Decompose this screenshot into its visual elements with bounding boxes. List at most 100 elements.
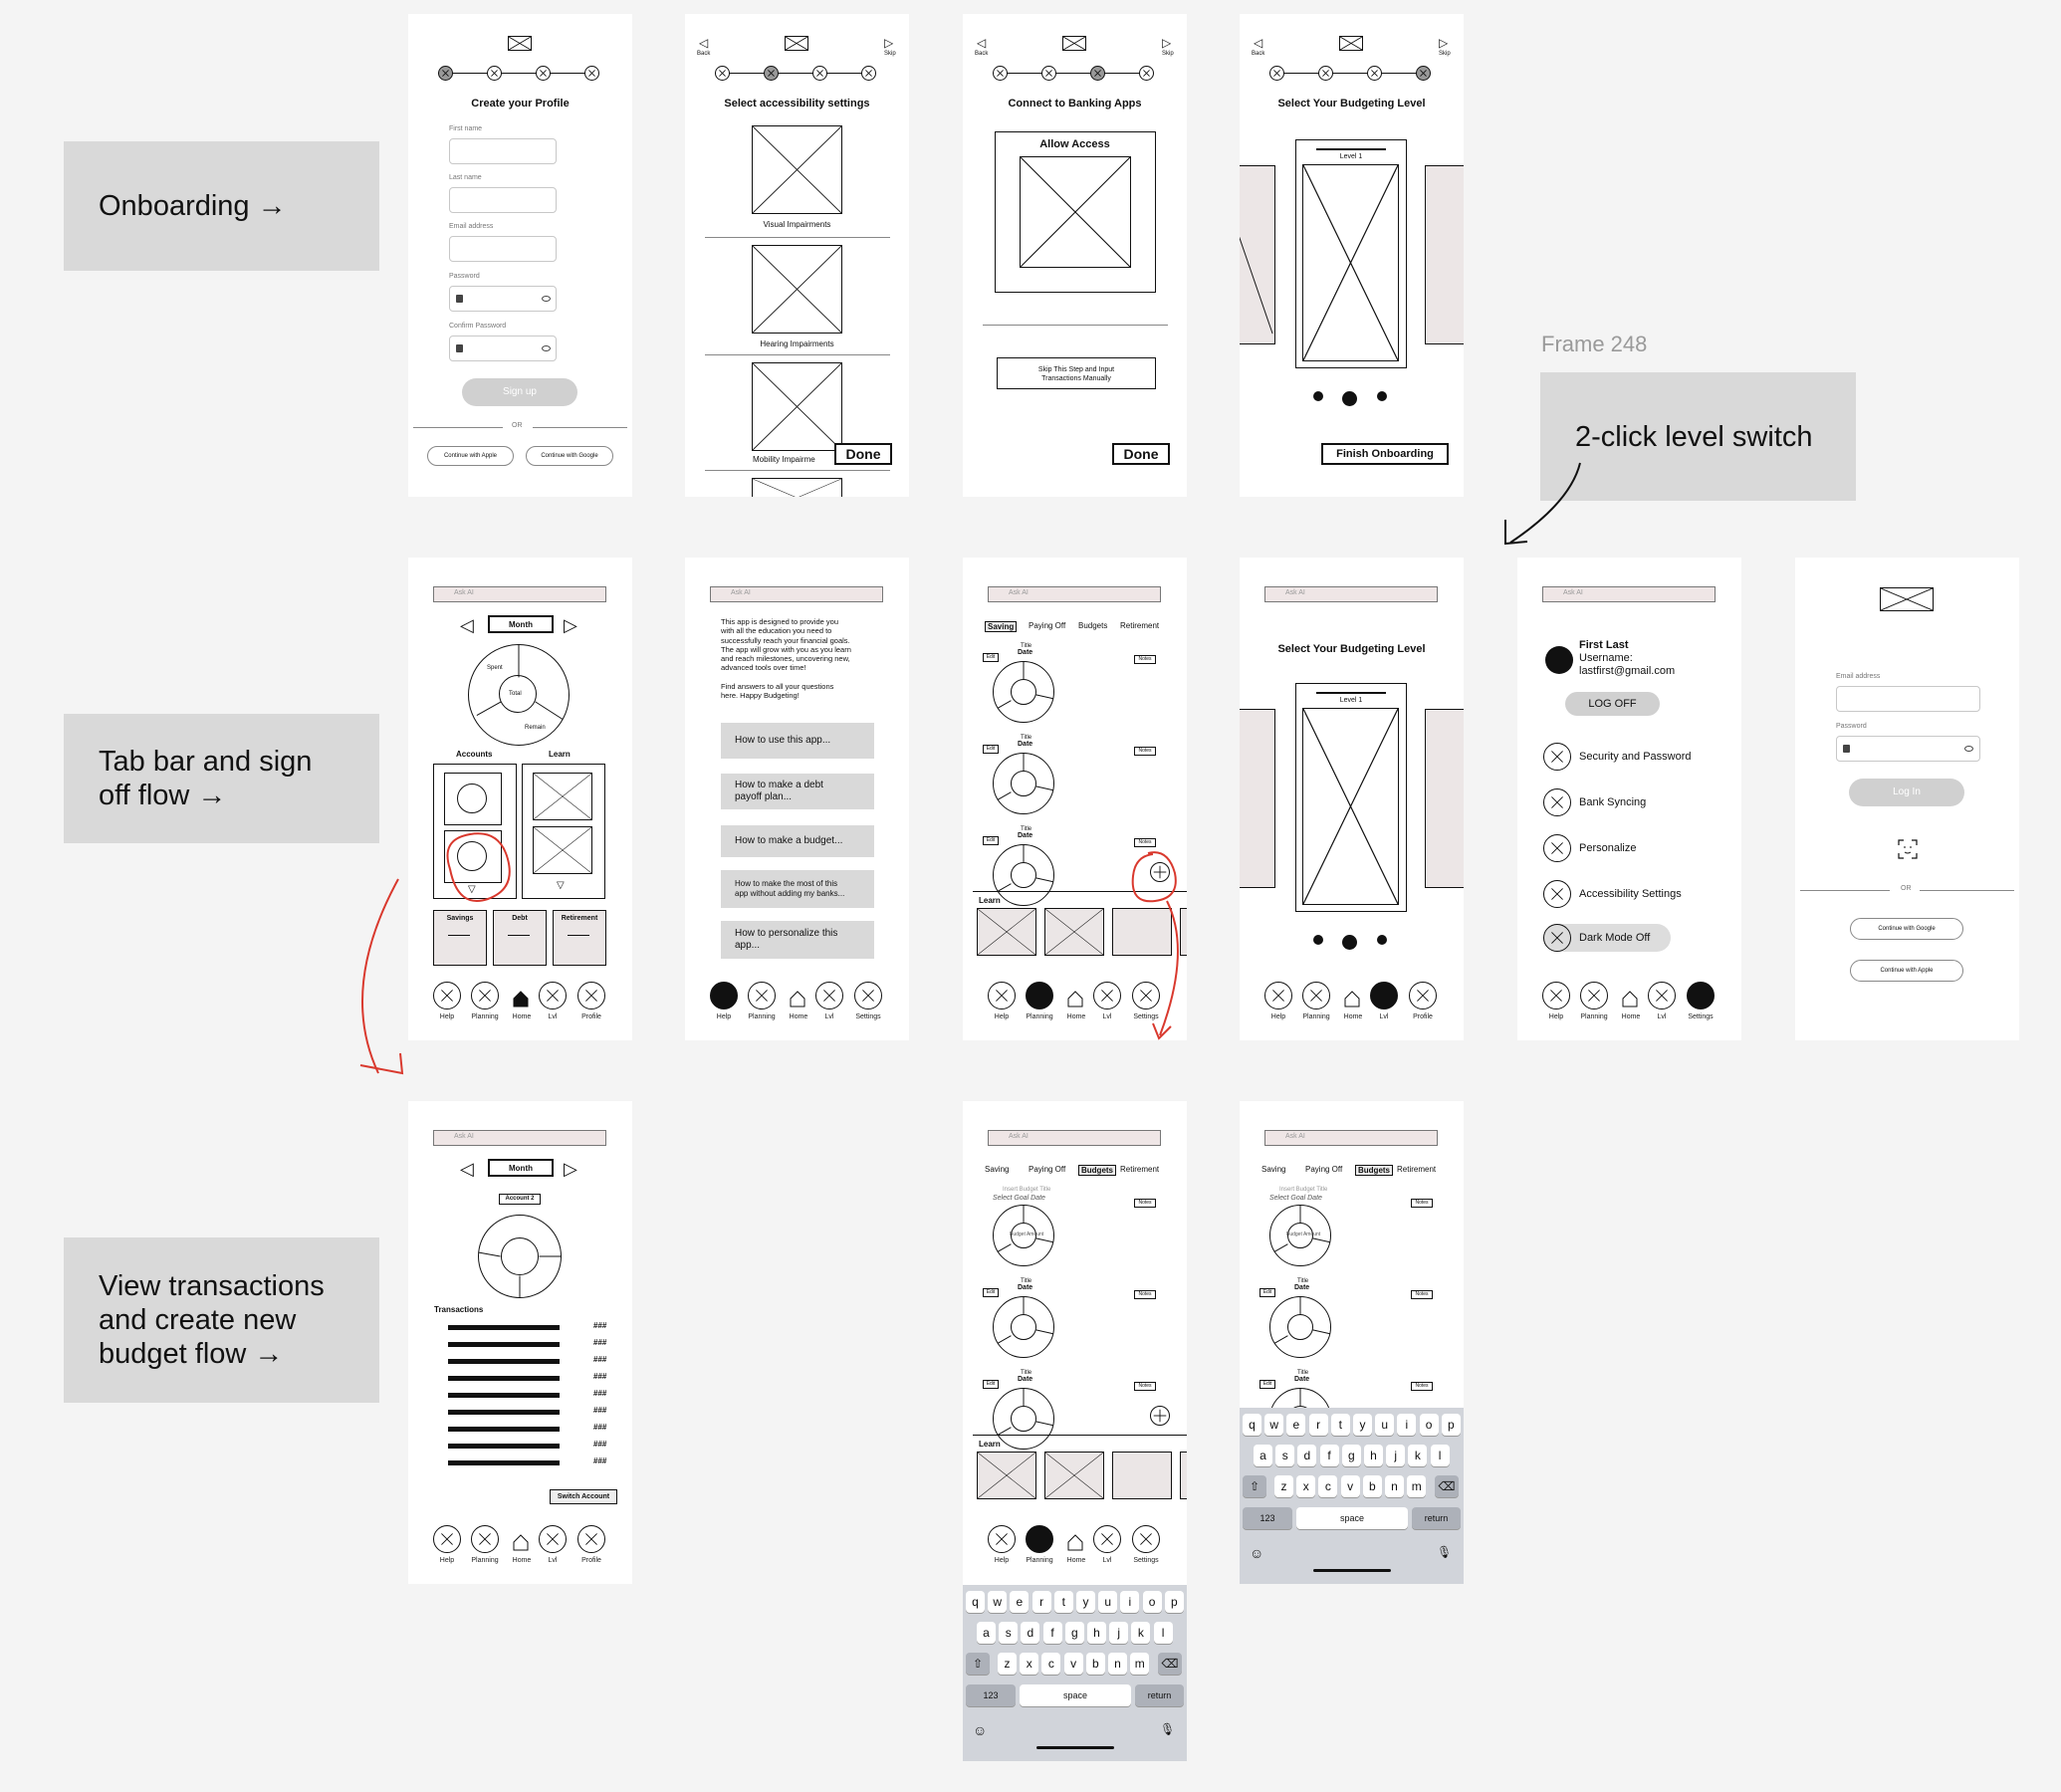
password-field[interactable] xyxy=(449,286,557,312)
tab-planning-icon[interactable] xyxy=(471,1525,499,1553)
numbers-key[interactable]: 123 xyxy=(1243,1507,1292,1529)
tab-lvl-icon[interactable] xyxy=(1648,982,1676,1009)
key[interactable]: k xyxy=(1131,1622,1151,1644)
shift-key[interactable]: ⇧ xyxy=(966,1653,990,1675)
tab-planning-icon[interactable] xyxy=(1026,1525,1053,1553)
learn-card[interactable] xyxy=(1112,1452,1172,1499)
goal-item[interactable]: Title Date Edit Notes xyxy=(963,735,1187,824)
goal-item[interactable]: Title Date Edit Notes xyxy=(963,643,1187,733)
tab-planning-icon[interactable] xyxy=(1026,982,1053,1009)
carousel-dot[interactable] xyxy=(1313,935,1323,945)
tab-planning-icon[interactable] xyxy=(1302,982,1330,1009)
tab-paying[interactable]: Paying Off xyxy=(1029,621,1065,630)
settings-personalize-icon[interactable] xyxy=(1543,834,1571,862)
ask-ai-input[interactable]: Ask AI xyxy=(988,1130,1161,1146)
tab-help-icon[interactable] xyxy=(433,1525,461,1553)
done-button[interactable]: Done xyxy=(834,443,892,465)
confirm-password-field[interactable] xyxy=(449,336,557,361)
notes-button[interactable]: Notes xyxy=(1134,655,1156,664)
tab-help-icon[interactable] xyxy=(1264,982,1292,1009)
eye-icon[interactable] xyxy=(542,296,551,302)
add-goal-icon[interactable] xyxy=(1150,862,1170,882)
learn-card[interactable] xyxy=(1044,908,1104,956)
carousel-dot[interactable] xyxy=(1377,935,1387,945)
tab-profile-icon[interactable] xyxy=(577,1525,605,1553)
table-row[interactable]: ### xyxy=(448,1440,617,1453)
carousel-dot[interactable] xyxy=(1377,391,1387,401)
key[interactable]: k xyxy=(1408,1445,1428,1466)
learn-card[interactable] xyxy=(1044,1452,1104,1499)
tab-help-icon[interactable] xyxy=(710,982,738,1009)
prev-month-icon[interactable]: ◁ xyxy=(460,1159,474,1180)
table-row[interactable]: ### xyxy=(448,1456,617,1469)
carousel-next-card[interactable] xyxy=(1425,709,1464,888)
learn-card[interactable] xyxy=(1112,908,1172,956)
settings-personalize-label[interactable]: Personalize xyxy=(1579,842,1636,854)
key[interactable]: s xyxy=(1275,1445,1295,1466)
table-row[interactable]: ### xyxy=(448,1321,617,1334)
key[interactable]: w xyxy=(988,1591,1008,1613)
eye-icon[interactable] xyxy=(1964,746,1973,752)
learn-card[interactable] xyxy=(533,826,592,874)
tab-budgets[interactable]: Budgets xyxy=(1355,1165,1393,1176)
notes-button[interactable]: Notes xyxy=(1411,1382,1433,1391)
backspace-key[interactable]: ⌫ xyxy=(1435,1475,1459,1497)
key[interactable]: z xyxy=(998,1653,1017,1675)
key[interactable]: n xyxy=(1108,1653,1127,1675)
carousel-dot-active[interactable] xyxy=(1342,935,1357,950)
first-name-field[interactable] xyxy=(449,138,557,164)
key[interactable]: g xyxy=(1064,1622,1084,1644)
table-row[interactable]: ### xyxy=(448,1423,617,1436)
tab-paying[interactable]: Paying Off xyxy=(1029,1165,1065,1174)
key[interactable]: w xyxy=(1264,1414,1284,1436)
next-month-icon[interactable]: ▷ xyxy=(564,615,577,636)
ask-ai-input[interactable]: Ask AI xyxy=(1264,1130,1438,1146)
table-row[interactable]: ### xyxy=(448,1406,617,1419)
key[interactable]: v xyxy=(1063,1653,1083,1675)
goal-item[interactable]: Title Date Edit Notes xyxy=(963,1278,1187,1368)
space-key[interactable]: space xyxy=(1296,1507,1408,1529)
numbers-key[interactable]: 123 xyxy=(966,1684,1016,1706)
mic-icon[interactable]: 🎙 xyxy=(1160,1722,1175,1736)
key[interactable]: x xyxy=(1020,1653,1039,1675)
table-row[interactable]: ### xyxy=(448,1355,617,1368)
tab-help-icon[interactable] xyxy=(988,1525,1016,1553)
tab-settings-icon[interactable] xyxy=(1132,982,1160,1009)
tab-home-icon[interactable] xyxy=(512,1533,530,1551)
settings-accessibility-label[interactable]: Accessibility Settings xyxy=(1579,888,1682,900)
table-row[interactable]: ### xyxy=(448,1389,617,1402)
emoji-icon[interactable]: ☺ xyxy=(1250,1545,1263,1561)
edit-button[interactable]: Edit xyxy=(983,653,999,662)
key[interactable]: c xyxy=(1041,1653,1061,1675)
retirement-card[interactable]: Retirement xyxy=(553,910,606,966)
mobility-image-placeholder[interactable] xyxy=(752,362,842,451)
tab-saving[interactable]: Saving xyxy=(1261,1165,1285,1174)
table-row[interactable]: ### xyxy=(448,1338,617,1351)
key[interactable]: r xyxy=(1308,1414,1328,1436)
signup-button[interactable]: Sign up xyxy=(462,378,577,406)
key[interactable]: e xyxy=(1010,1591,1030,1613)
key[interactable]: e xyxy=(1286,1414,1306,1436)
tab-budgets[interactable]: Budgets xyxy=(1078,1165,1116,1176)
backspace-key[interactable]: ⌫ xyxy=(1158,1653,1182,1675)
key[interactable]: s xyxy=(999,1622,1019,1644)
key[interactable]: n xyxy=(1385,1475,1404,1497)
settings-bank-label[interactable]: Bank Syncing xyxy=(1579,796,1646,808)
ask-ai-input[interactable]: Ask AI xyxy=(433,586,606,602)
dark-mode-toggle[interactable]: Dark Mode Off xyxy=(1543,924,1671,952)
tab-planning-icon[interactable] xyxy=(471,982,499,1009)
key[interactable]: t xyxy=(1053,1591,1073,1613)
tab-home-icon[interactable] xyxy=(1066,990,1084,1008)
key[interactable]: y xyxy=(1353,1414,1372,1436)
tab-budgets[interactable]: Budgets xyxy=(1078,621,1107,630)
spending-donut[interactable]: Spent Total Remain xyxy=(468,644,570,746)
ask-ai-input[interactable]: Ask AI xyxy=(1264,586,1438,602)
tab-home-icon[interactable] xyxy=(512,990,530,1008)
settings-security-icon[interactable] xyxy=(1543,743,1571,771)
tab-lvl-icon[interactable] xyxy=(539,1525,567,1553)
back-icon[interactable]: ◁ xyxy=(1254,36,1262,50)
account-card[interactable] xyxy=(444,830,502,883)
next-month-icon[interactable]: ▷ xyxy=(564,1159,577,1180)
skip-step-button[interactable]: Skip This Step and Input Transactions Man… xyxy=(997,357,1156,389)
ask-ai-input[interactable]: Ask AI xyxy=(710,586,883,602)
